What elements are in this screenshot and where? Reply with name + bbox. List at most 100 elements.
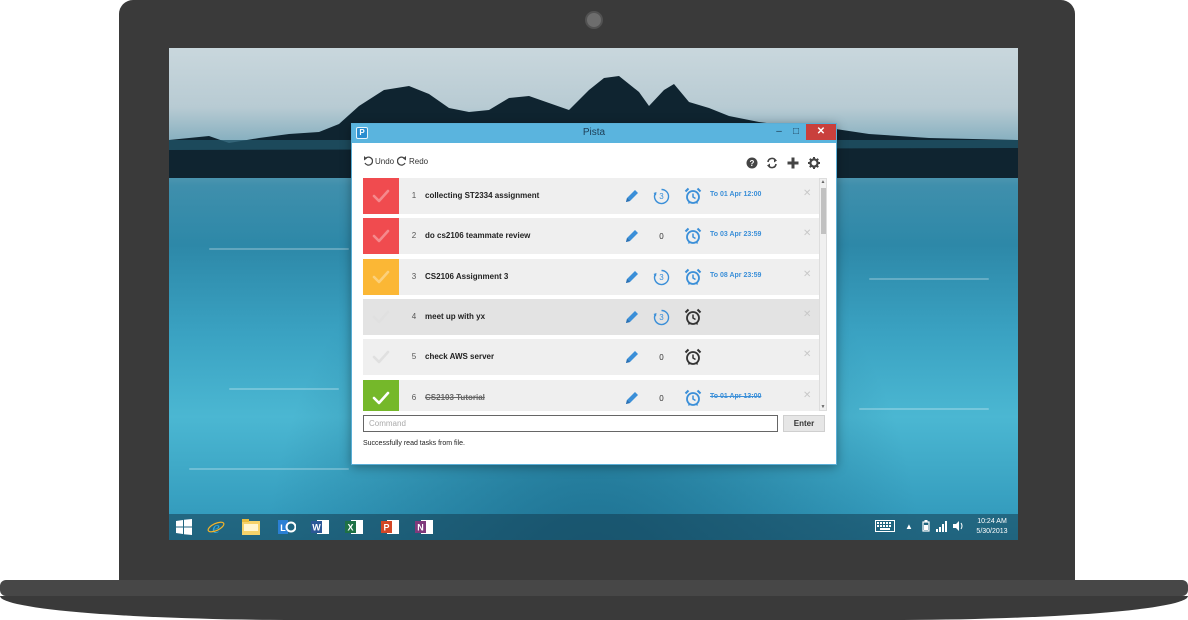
volume-icon[interactable] (953, 520, 965, 534)
word-icon[interactable]: W (311, 518, 329, 536)
task-check-toggle[interactable] (363, 380, 399, 411)
task-row[interactable]: 5 check AWS server 0 ✕ (363, 339, 819, 375)
alarm-clock-icon[interactable] (684, 268, 702, 291)
task-title: CS2106 Assignment 3 (425, 272, 509, 281)
clock-time: 10:24 AM (977, 518, 1007, 525)
task-check-toggle[interactable] (363, 339, 399, 375)
alarm-clock-icon[interactable] (684, 308, 702, 331)
task-row[interactable]: 1 collecting ST2334 assignment 3 To 01 Apr … (363, 178, 819, 214)
scrollbar[interactable]: ▲ ▼ (819, 178, 827, 411)
delete-task-icon[interactable]: ✕ (803, 309, 811, 320)
scroll-thumb[interactable] (821, 188, 826, 234)
title-bar[interactable]: P Pista – □ ✕ (352, 124, 836, 143)
add-icon[interactable] (786, 156, 800, 170)
close-button[interactable]: ✕ (806, 124, 836, 140)
task-title: collecting ST2334 assignment (425, 191, 540, 200)
redo-button[interactable]: Redo (397, 156, 428, 166)
laptop-base (0, 580, 1188, 596)
task-title: meet up with yx (425, 312, 486, 321)
wave-streak (229, 388, 339, 390)
edit-pencil-icon[interactable] (624, 228, 640, 249)
show-hidden-icons-icon[interactable]: ▲ (905, 522, 913, 531)
check-icon (372, 270, 390, 284)
repeat-count-value: 3 (659, 313, 664, 322)
alarm-clock-icon[interactable] (684, 187, 702, 210)
task-check-toggle[interactable] (363, 259, 399, 295)
task-row[interactable]: 6 CS2103 Tutorial 0 To 01 Apr 13:00 ✕ (363, 380, 819, 411)
repeat-count[interactable]: 0 (653, 390, 670, 407)
delete-task-icon[interactable]: ✕ (803, 269, 811, 280)
edit-pencil-icon[interactable] (624, 390, 640, 411)
window-title: Pista (582, 127, 606, 138)
powerpoint-icon[interactable]: P (381, 518, 399, 536)
delete-task-icon[interactable]: ✕ (803, 228, 811, 239)
onenote-icon[interactable]: N (415, 518, 433, 536)
svg-text:N: N (417, 523, 424, 533)
edit-pencil-icon[interactable] (624, 188, 640, 209)
file-explorer-icon[interactable] (242, 518, 260, 536)
alarm-clock-icon[interactable] (684, 227, 702, 250)
svg-text:e: e (212, 518, 220, 536)
scroll-up-icon[interactable]: ▲ (820, 179, 826, 185)
edit-pencil-icon[interactable] (624, 349, 640, 370)
settings-icon[interactable] (807, 156, 821, 170)
task-row[interactable]: 2 do cs2106 teammate review 0 To 03 Apr 23:… (363, 218, 819, 254)
task-title: do cs2106 teammate review (425, 231, 531, 240)
scroll-down-icon[interactable]: ▼ (820, 404, 826, 410)
delete-task-icon[interactable]: ✕ (803, 188, 811, 199)
repeat-count[interactable]: 0 (653, 228, 670, 245)
camera (585, 11, 603, 29)
enter-button[interactable]: Enter (783, 415, 825, 432)
due-date: To 01 Apr 13:00 (710, 393, 762, 400)
clock-date: 5/30/2013 (976, 528, 1008, 535)
redo-icon (397, 156, 406, 166)
edit-pencil-icon[interactable] (624, 269, 640, 290)
svg-text:?: ? (750, 159, 755, 168)
repeat-count-value: 3 (659, 192, 664, 201)
repeat-count-value: 0 (659, 353, 664, 362)
delete-task-icon[interactable]: ✕ (803, 390, 811, 401)
task-check-toggle[interactable] (363, 178, 399, 214)
delete-task-icon[interactable]: ✕ (803, 349, 811, 360)
repeat-count-icon[interactable]: 3 (653, 309, 670, 326)
undo-icon (364, 156, 373, 166)
undo-button[interactable]: Undo (363, 156, 394, 166)
check-icon (372, 350, 390, 364)
task-number: 3 (411, 272, 417, 281)
system-clock[interactable]: 10:24 AM 5/30/2013 (969, 517, 1015, 537)
task-check-toggle[interactable] (363, 218, 399, 254)
internet-explorer-icon[interactable]: e (207, 518, 225, 536)
svg-text:L: L (280, 523, 286, 533)
desktop-screen: P Pista – □ ✕ Undo Redo ? 1 collecting S… (169, 48, 1018, 540)
repeat-count-icon[interactable]: 3 (653, 188, 670, 205)
windows-start-icon[interactable] (175, 518, 193, 536)
edit-pencil-icon[interactable] (624, 309, 640, 330)
power-icon[interactable] (921, 520, 931, 534)
lync-icon[interactable]: L (278, 518, 296, 536)
refresh-icon[interactable] (765, 156, 779, 170)
repeat-count-icon[interactable]: 3 (653, 269, 670, 286)
keyboard-icon[interactable] (875, 520, 895, 534)
wave-streak (209, 248, 349, 250)
repeat-count[interactable]: 0 (653, 349, 670, 366)
maximize-button[interactable]: □ (789, 124, 803, 140)
repeat-count-value: 0 (659, 232, 664, 241)
wave-streak (859, 408, 989, 410)
minimize-button[interactable]: – (772, 124, 786, 140)
task-check-toggle[interactable] (363, 299, 399, 335)
network-icon[interactable] (936, 520, 948, 534)
alarm-clock-icon[interactable] (684, 348, 702, 371)
task-row[interactable]: 4 meet up with yx 3 ✕ (363, 299, 819, 335)
repeat-count-value: 0 (659, 394, 664, 403)
check-icon (372, 189, 390, 203)
check-icon (372, 310, 390, 324)
check-icon (372, 391, 390, 405)
task-row[interactable]: 3 CS2106 Assignment 3 3 To 08 Apr 23:59 ✕ (363, 259, 819, 295)
toolbar: Undo Redo ? (363, 156, 827, 172)
excel-icon[interactable]: X (345, 518, 363, 536)
alarm-clock-icon[interactable] (684, 389, 702, 411)
help-icon[interactable]: ? (745, 156, 759, 170)
command-input[interactable] (363, 415, 778, 432)
task-title: CS2103 Tutorial (425, 393, 485, 402)
pista-window: P Pista – □ ✕ Undo Redo ? 1 collecting S… (351, 123, 837, 465)
